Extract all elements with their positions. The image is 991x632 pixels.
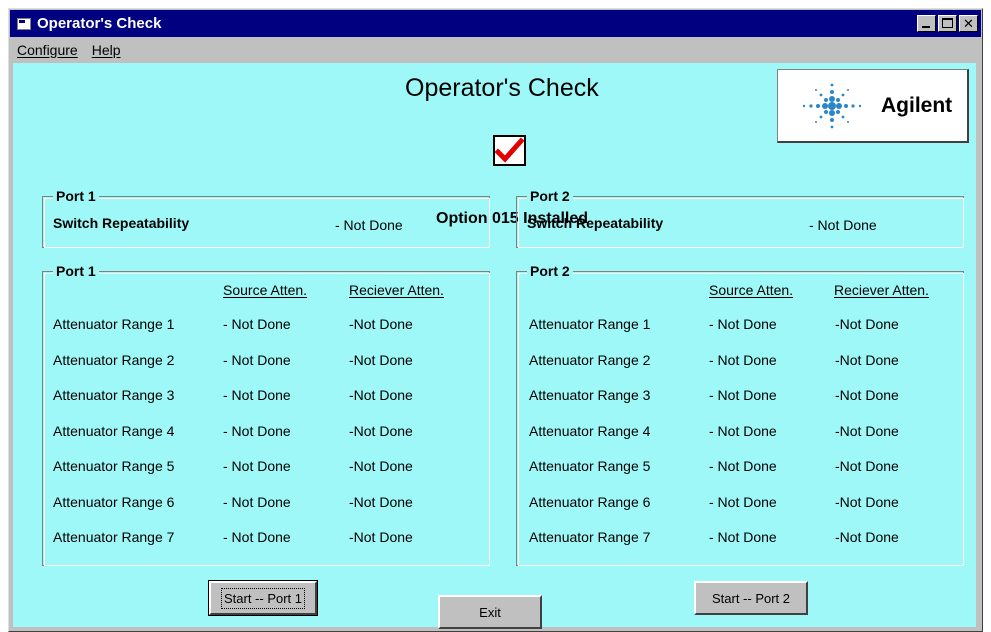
attenuator-range-label: Attenuator Range 4	[53, 422, 175, 439]
attenuator-range-label: Attenuator Range 6	[53, 493, 175, 510]
source-atten-status: - Not Done	[709, 316, 777, 332]
exit-button[interactable]: Exit	[438, 595, 542, 629]
source-atten-status: - Not Done	[709, 458, 777, 474]
switch-repeatability-label: Switch Repeatability	[53, 215, 190, 231]
attenuator-range-label: Attenuator Range 7	[53, 529, 175, 545]
switch-group-port2: Port 2 Switch Repeatability - Not Done	[516, 188, 964, 248]
group-title: Port 2	[527, 263, 573, 279]
receiver-atten-header: Reciever Atten.	[349, 282, 444, 298]
window-title: Operator's Check	[37, 15, 162, 32]
source-atten-status: - Not Done	[709, 351, 777, 368]
source-atten-status: - Not Done	[223, 529, 291, 545]
attenuator-range-label: Attenuator Range 1	[529, 316, 651, 332]
switch-repeatability-status: - Not Done	[809, 217, 877, 233]
menu-bar: Configure Help	[10, 37, 981, 62]
source-atten-status: - Not Done	[223, 387, 291, 403]
attenuator-range-label: Attenuator Range 6	[529, 493, 651, 510]
receiver-atten-status: -Not Done	[835, 458, 899, 474]
receiver-atten-status: -Not Done	[835, 387, 899, 403]
menu-configure[interactable]: Configure	[10, 42, 85, 58]
source-atten-status: - Not Done	[223, 458, 291, 474]
receiver-atten-status: -Not Done	[835, 493, 899, 510]
start-port1-button[interactable]: Start -- Port 1	[208, 580, 318, 616]
attenuator-range-label: Attenuator Range 5	[53, 458, 175, 474]
receiver-atten-status: -Not Done	[349, 387, 413, 403]
window-controls: ✕	[917, 15, 978, 32]
receiver-atten-status: -Not Done	[835, 351, 899, 368]
source-atten-status: - Not Done	[709, 422, 777, 439]
maximize-icon[interactable]	[938, 15, 957, 32]
app-icon[interactable]	[16, 16, 32, 32]
receiver-atten-status: -Not Done	[349, 529, 413, 545]
exit-label: Exit	[479, 604, 501, 620]
group-title: Port 1	[53, 263, 99, 279]
receiver-atten-status: -Not Done	[349, 351, 413, 368]
app-window: Operator's Check ✕ Configure Help Operat…	[8, 8, 983, 632]
minimize-icon[interactable]	[917, 15, 936, 32]
switch-repeatability-status: - Not Done	[335, 217, 403, 233]
start-port2-label: Start -- Port 2	[711, 590, 791, 606]
agilent-logo: Agilent	[777, 69, 969, 143]
menu-help[interactable]: Help	[85, 42, 128, 58]
receiver-atten-status: -Not Done	[349, 316, 413, 332]
attenuator-range-label: Attenuator Range 3	[53, 387, 175, 403]
attenuator-range-label: Attenuator Range 2	[529, 351, 651, 368]
checkmark-icon	[493, 135, 526, 166]
receiver-atten-header: Reciever Atten.	[834, 282, 929, 298]
receiver-atten-status: -Not Done	[349, 493, 413, 510]
source-atten-status: - Not Done	[223, 351, 291, 368]
receiver-atten-status: -Not Done	[349, 422, 413, 439]
attenuator-range-label: Attenuator Range 5	[529, 458, 651, 474]
group-title: Port 2	[527, 188, 573, 204]
source-atten-status: - Not Done	[709, 387, 777, 403]
receiver-atten-status: -Not Done	[835, 316, 899, 332]
logo-text: Agilent	[881, 94, 953, 117]
receiver-atten-status: -Not Done	[349, 458, 413, 474]
source-atten-status: - Not Done	[223, 316, 291, 332]
receiver-atten-status: -Not Done	[835, 422, 899, 439]
start-port1-label: Start -- Port 1	[220, 587, 306, 609]
attenuator-range-label: Attenuator Range 7	[529, 529, 651, 545]
attenuator-range-label: Attenuator Range 3	[529, 387, 651, 403]
title-bar[interactable]: Operator's Check ✕	[10, 10, 981, 37]
switch-repeatability-label: Switch Repeatability	[527, 215, 664, 231]
page-title: Operator's Check	[405, 74, 599, 102]
source-atten-header: Source Atten.	[709, 282, 794, 298]
source-atten-status: - Not Done	[709, 529, 777, 545]
receiver-atten-status: -Not Done	[835, 529, 899, 545]
attenuator-range-label: Attenuator Range 4	[529, 422, 651, 439]
start-port2-button[interactable]: Start -- Port 2	[694, 581, 808, 615]
close-icon[interactable]: ✕	[959, 15, 978, 32]
attenuator-range-label: Attenuator Range 2	[53, 351, 175, 368]
source-atten-status: - Not Done	[223, 493, 291, 510]
group-title: Port 1	[53, 188, 99, 204]
switch-group-port1: Port 1 Switch Repeatability - Not Done	[42, 188, 490, 248]
atten-group-port2: Port 2 Source Atten. Reciever Atten. Att…	[516, 263, 964, 566]
agilent-spark-icon	[802, 83, 862, 129]
source-atten-status: - Not Done	[223, 422, 291, 439]
atten-group-port1: Port 1 Source Atten. Reciever Atten. Att…	[42, 263, 490, 566]
attenuator-range-label: Attenuator Range 1	[53, 316, 175, 332]
client-area: Operator's Check Option 015 Installed Ag…	[13, 63, 976, 629]
source-atten-status: - Not Done	[709, 493, 777, 510]
source-atten-header: Source Atten.	[223, 282, 308, 298]
